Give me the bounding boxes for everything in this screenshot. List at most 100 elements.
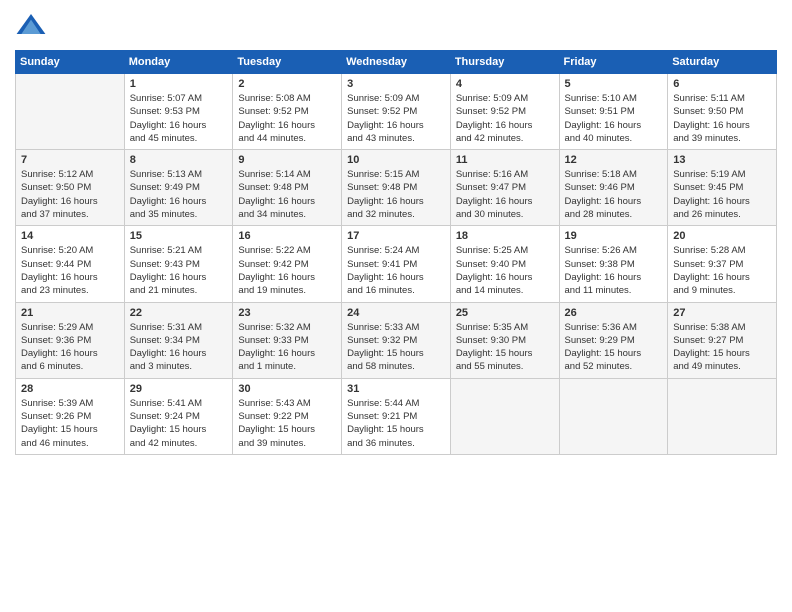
day-info: Sunrise: 5:13 AMSunset: 9:49 PMDaylight:…	[130, 168, 228, 221]
day-info: Sunrise: 5:32 AMSunset: 9:33 PMDaylight:…	[238, 321, 336, 374]
day-number: 5	[565, 78, 663, 90]
day-info: Sunrise: 5:08 AMSunset: 9:52 PMDaylight:…	[238, 92, 336, 145]
calendar-cell: 18 Sunrise: 5:25 AMSunset: 9:40 PMDayligh…	[450, 226, 559, 302]
day-info: Sunrise: 5:20 AMSunset: 9:44 PMDaylight:…	[21, 244, 119, 297]
day-number: 18	[456, 230, 554, 242]
calendar-cell: 20 Sunrise: 5:28 AMSunset: 9:37 PMDayligh…	[668, 226, 777, 302]
calendar-cell	[559, 378, 668, 454]
day-info: Sunrise: 5:16 AMSunset: 9:47 PMDaylight:…	[456, 168, 554, 221]
day-number: 12	[565, 154, 663, 166]
day-info: Sunrise: 5:24 AMSunset: 9:41 PMDaylight:…	[347, 244, 445, 297]
day-info: Sunrise: 5:12 AMSunset: 9:50 PMDaylight:…	[21, 168, 119, 221]
day-number: 30	[238, 383, 336, 395]
calendar-cell: 12 Sunrise: 5:18 AMSunset: 9:46 PMDayligh…	[559, 150, 668, 226]
day-number: 28	[21, 383, 119, 395]
day-number: 1	[130, 78, 228, 90]
calendar-col-wednesday: Wednesday	[342, 51, 451, 74]
day-number: 13	[673, 154, 771, 166]
day-info: Sunrise: 5:43 AMSunset: 9:22 PMDaylight:…	[238, 397, 336, 450]
calendar-week-4: 21 Sunrise: 5:29 AMSunset: 9:36 PMDayligh…	[16, 302, 777, 378]
calendar-cell: 31 Sunrise: 5:44 AMSunset: 9:21 PMDayligh…	[342, 378, 451, 454]
calendar-cell: 13 Sunrise: 5:19 AMSunset: 9:45 PMDayligh…	[668, 150, 777, 226]
day-number: 24	[347, 307, 445, 319]
calendar-cell: 2 Sunrise: 5:08 AMSunset: 9:52 PMDaylight…	[233, 74, 342, 150]
page: SundayMondayTuesdayWednesdayThursdayFrid…	[0, 0, 792, 612]
calendar-cell: 10 Sunrise: 5:15 AMSunset: 9:48 PMDayligh…	[342, 150, 451, 226]
calendar-col-sunday: Sunday	[16, 51, 125, 74]
calendar-cell: 29 Sunrise: 5:41 AMSunset: 9:24 PMDayligh…	[124, 378, 233, 454]
day-info: Sunrise: 5:29 AMSunset: 9:36 PMDaylight:…	[21, 321, 119, 374]
day-info: Sunrise: 5:39 AMSunset: 9:26 PMDaylight:…	[21, 397, 119, 450]
day-number: 29	[130, 383, 228, 395]
calendar-cell	[450, 378, 559, 454]
calendar-cell: 15 Sunrise: 5:21 AMSunset: 9:43 PMDayligh…	[124, 226, 233, 302]
calendar-cell: 28 Sunrise: 5:39 AMSunset: 9:26 PMDayligh…	[16, 378, 125, 454]
calendar-cell: 14 Sunrise: 5:20 AMSunset: 9:44 PMDayligh…	[16, 226, 125, 302]
calendar-cell: 16 Sunrise: 5:22 AMSunset: 9:42 PMDayligh…	[233, 226, 342, 302]
day-info: Sunrise: 5:41 AMSunset: 9:24 PMDaylight:…	[130, 397, 228, 450]
calendar-cell: 24Sunrise: 5:33 AMSunset: 9:32 PMDayligh…	[342, 302, 451, 378]
calendar-cell: 1 Sunrise: 5:07 AMSunset: 9:53 PMDaylight…	[124, 74, 233, 150]
day-number: 16	[238, 230, 336, 242]
day-number: 21	[21, 307, 119, 319]
day-number: 10	[347, 154, 445, 166]
day-number: 2	[238, 78, 336, 90]
calendar-cell: 26Sunrise: 5:36 AMSunset: 9:29 PMDayligh…	[559, 302, 668, 378]
day-info: Sunrise: 5:18 AMSunset: 9:46 PMDaylight:…	[565, 168, 663, 221]
day-info: Sunrise: 5:10 AMSunset: 9:51 PMDaylight:…	[565, 92, 663, 145]
calendar-cell: 8 Sunrise: 5:13 AMSunset: 9:49 PMDaylight…	[124, 150, 233, 226]
calendar-week-1: 1 Sunrise: 5:07 AMSunset: 9:53 PMDaylight…	[16, 74, 777, 150]
day-info: Sunrise: 5:09 AMSunset: 9:52 PMDaylight:…	[456, 92, 554, 145]
day-number: 17	[347, 230, 445, 242]
day-number: 15	[130, 230, 228, 242]
day-info: Sunrise: 5:28 AMSunset: 9:37 PMDaylight:…	[673, 244, 771, 297]
day-info: Sunrise: 5:11 AMSunset: 9:50 PMDaylight:…	[673, 92, 771, 145]
day-info: Sunrise: 5:44 AMSunset: 9:21 PMDaylight:…	[347, 397, 445, 450]
calendar-cell: 5 Sunrise: 5:10 AMSunset: 9:51 PMDaylight…	[559, 74, 668, 150]
calendar-col-friday: Friday	[559, 51, 668, 74]
calendar-cell: 30 Sunrise: 5:43 AMSunset: 9:22 PMDayligh…	[233, 378, 342, 454]
calendar-cell: 19Sunrise: 5:26 AMSunset: 9:38 PMDayligh…	[559, 226, 668, 302]
header	[15, 10, 777, 42]
calendar-cell	[668, 378, 777, 454]
day-info: Sunrise: 5:26 AMSunset: 9:38 PMDaylight:…	[565, 244, 663, 297]
calendar-week-3: 14 Sunrise: 5:20 AMSunset: 9:44 PMDayligh…	[16, 226, 777, 302]
calendar-cell: 23Sunrise: 5:32 AMSunset: 9:33 PMDayligh…	[233, 302, 342, 378]
day-number: 7	[21, 154, 119, 166]
calendar-cell: 17 Sunrise: 5:24 AMSunset: 9:41 PMDayligh…	[342, 226, 451, 302]
day-number: 6	[673, 78, 771, 90]
day-info: Sunrise: 5:25 AMSunset: 9:40 PMDaylight:…	[456, 244, 554, 297]
day-number: 20	[673, 230, 771, 242]
calendar-cell: 6 Sunrise: 5:11 AMSunset: 9:50 PMDaylight…	[668, 74, 777, 150]
calendar-cell: 7 Sunrise: 5:12 AMSunset: 9:50 PMDaylight…	[16, 150, 125, 226]
day-info: Sunrise: 5:09 AMSunset: 9:52 PMDaylight:…	[347, 92, 445, 145]
day-info: Sunrise: 5:36 AMSunset: 9:29 PMDaylight:…	[565, 321, 663, 374]
calendar-cell	[16, 74, 125, 150]
day-number: 22	[130, 307, 228, 319]
calendar-cell: 9Sunrise: 5:14 AMSunset: 9:48 PMDaylight…	[233, 150, 342, 226]
calendar-cell: 4 Sunrise: 5:09 AMSunset: 9:52 PMDaylight…	[450, 74, 559, 150]
calendar-week-2: 7 Sunrise: 5:12 AMSunset: 9:50 PMDaylight…	[16, 150, 777, 226]
day-info: Sunrise: 5:07 AMSunset: 9:53 PMDaylight:…	[130, 92, 228, 145]
day-number: 8	[130, 154, 228, 166]
day-number: 14	[21, 230, 119, 242]
day-info: Sunrise: 5:22 AMSunset: 9:42 PMDaylight:…	[238, 244, 336, 297]
calendar-cell: 3 Sunrise: 5:09 AMSunset: 9:52 PMDaylight…	[342, 74, 451, 150]
day-number: 4	[456, 78, 554, 90]
day-number: 9	[238, 154, 336, 166]
calendar-col-tuesday: Tuesday	[233, 51, 342, 74]
day-number: 25	[456, 307, 554, 319]
calendar-cell: 27Sunrise: 5:38 AMSunset: 9:27 PMDayligh…	[668, 302, 777, 378]
logo	[15, 10, 51, 42]
calendar-col-thursday: Thursday	[450, 51, 559, 74]
day-number: 3	[347, 78, 445, 90]
day-info: Sunrise: 5:21 AMSunset: 9:43 PMDaylight:…	[130, 244, 228, 297]
calendar-col-saturday: Saturday	[668, 51, 777, 74]
calendar-table: SundayMondayTuesdayWednesdayThursdayFrid…	[15, 50, 777, 455]
day-info: Sunrise: 5:35 AMSunset: 9:30 PMDaylight:…	[456, 321, 554, 374]
calendar-cell: 25 Sunrise: 5:35 AMSunset: 9:30 PMDayligh…	[450, 302, 559, 378]
day-info: Sunrise: 5:19 AMSunset: 9:45 PMDaylight:…	[673, 168, 771, 221]
day-number: 11	[456, 154, 554, 166]
day-number: 31	[347, 383, 445, 395]
day-info: Sunrise: 5:15 AMSunset: 9:48 PMDaylight:…	[347, 168, 445, 221]
